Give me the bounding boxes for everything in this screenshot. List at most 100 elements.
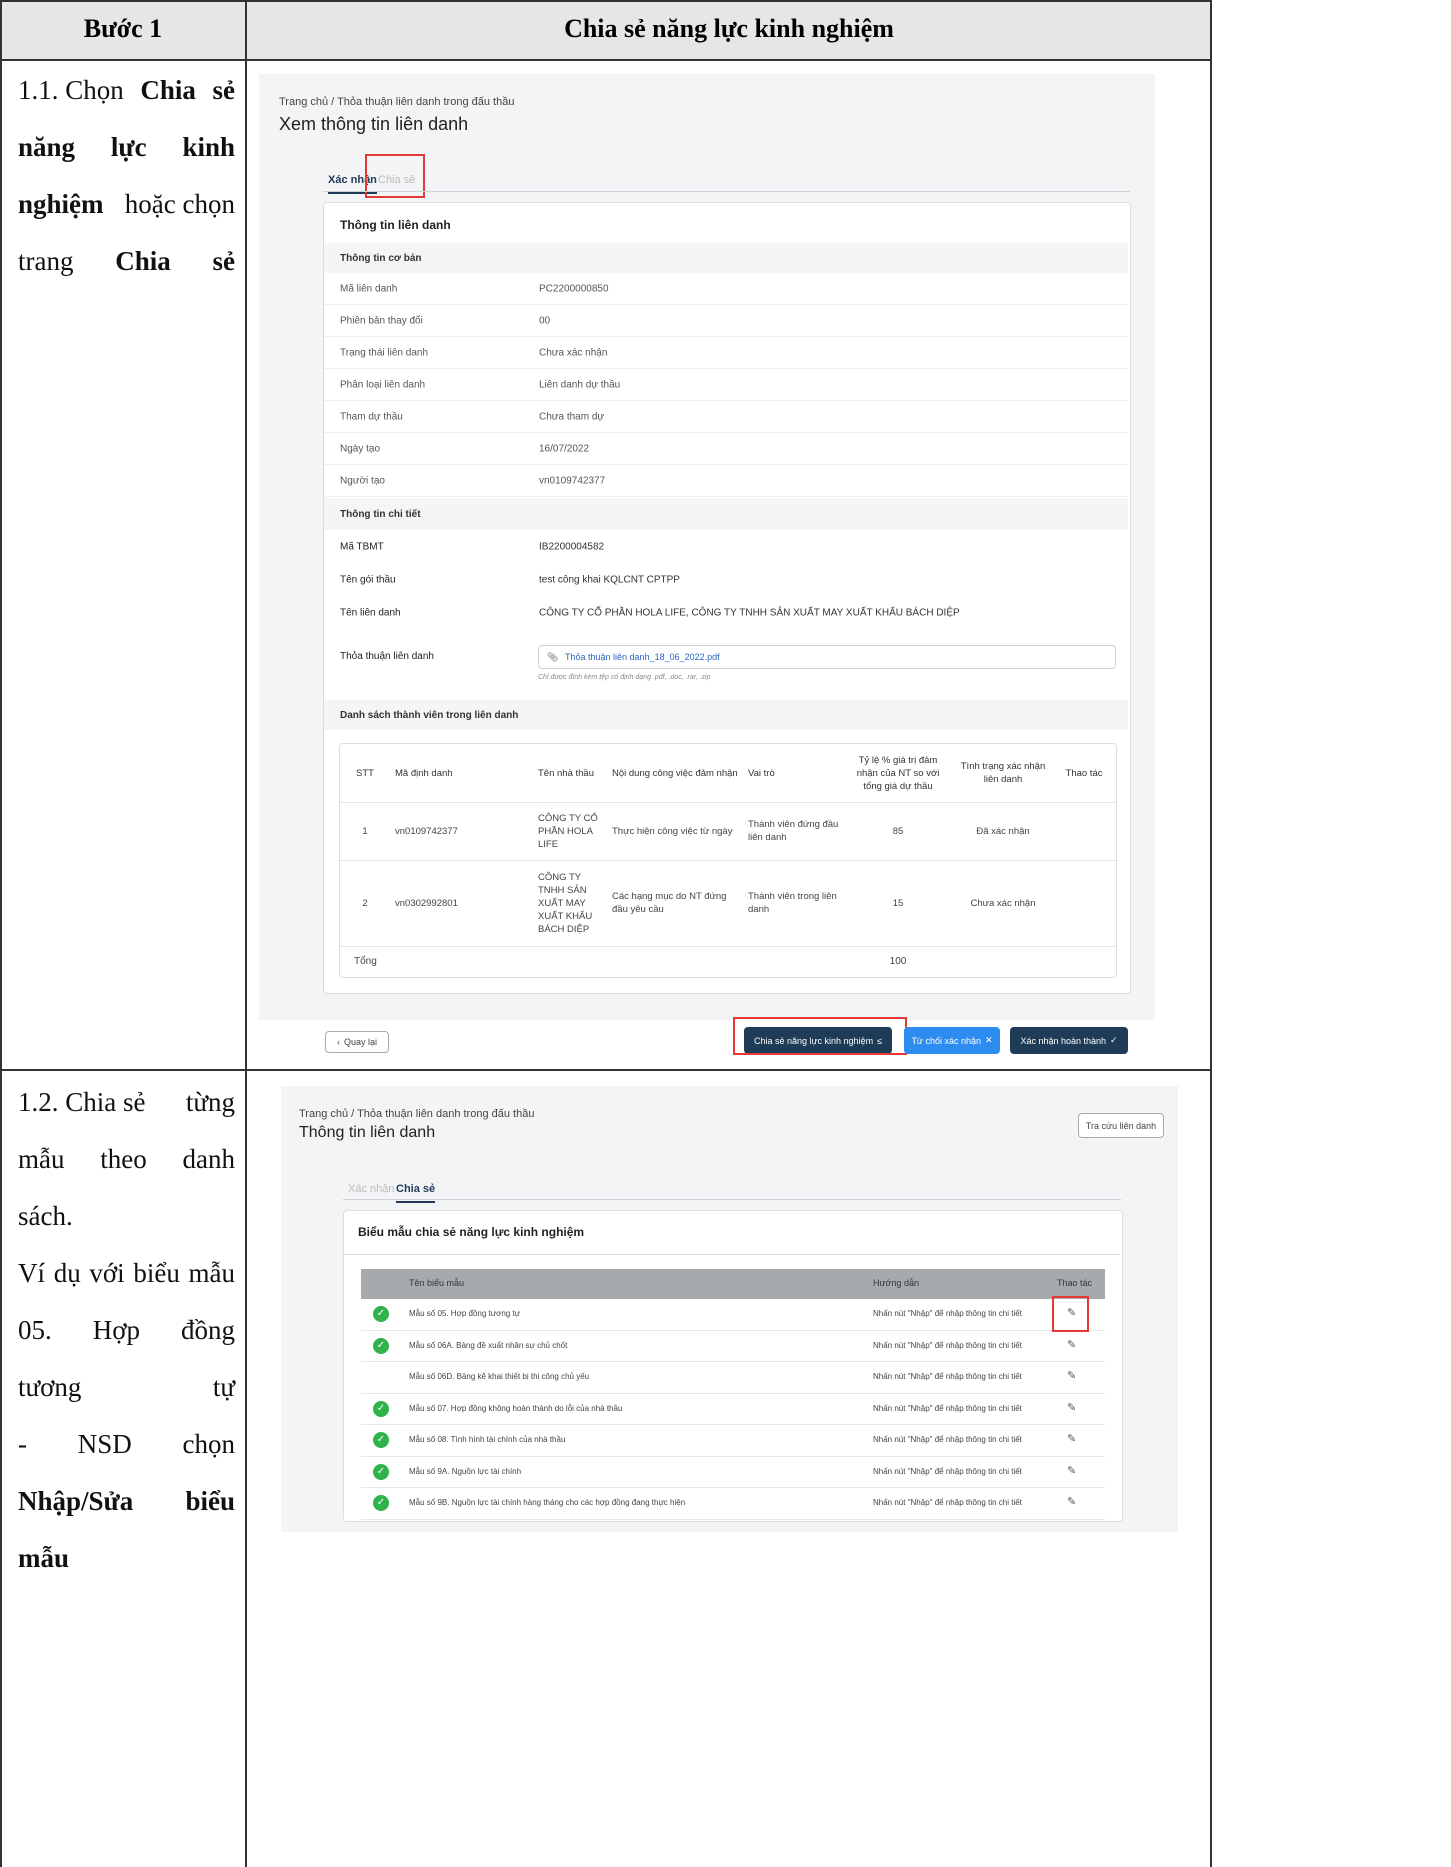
tab-divider — [343, 1199, 1121, 1200]
form-guide: Nhấn nút "Nhập" để nhập thông tin chi ti… — [873, 1340, 1022, 1350]
table-border-row — [0, 1069, 1212, 1071]
close-icon: ✕ — [985, 1035, 993, 1045]
table-border-right — [1210, 0, 1212, 1867]
member-cell-ratio: 85 — [892, 825, 904, 837]
screenshot-view-joint-venture: Trang chủ / Thỏa thuận liên danh trong đ… — [259, 74, 1155, 1055]
info-row: Phân loại liên danh Liên danh dự thầu — [324, 369, 1128, 401]
members-table: STT Mã định danh Tên nhà thầu Nội dung công… — [339, 743, 1117, 978]
info-row: Trạng thái liên danh Chưa xác nhận — [324, 337, 1128, 369]
detail-row: Tên liên danh CÔNG TY CỔ PHẦN HOLA LIFE, … — [324, 596, 1128, 629]
reject-button[interactable]: Từ chối xác nhận ✕ — [904, 1027, 1000, 1054]
row-divider — [340, 946, 1116, 947]
info-label: Mã liên danh — [340, 283, 398, 294]
breadcrumb[interactable]: Trang chủ / Thỏa thuận liên danh trong đ… — [299, 1108, 534, 1120]
form-row: ✓ Mẫu số 9B. Nguồn lực tài chính hàng thá… — [361, 1488, 1105, 1520]
edit-pencil-icon[interactable]: ✎ — [1067, 1369, 1076, 1382]
card-title: Biểu mẫu chia sẻ năng lực kinh nghiệm — [358, 1225, 585, 1239]
edit-pencil-icon[interactable]: ✎ — [1067, 1464, 1076, 1477]
info-row: Tham dự thầu Chưa tham dự — [324, 401, 1128, 433]
member-cell-role: Thành viên trong liên danh — [748, 891, 837, 915]
share-forms-card: Biểu mẫu chia sẻ năng lực kinh nghiệm Tê… — [343, 1210, 1123, 1522]
page-title: Thông tin liên danh — [299, 1124, 436, 1141]
breadcrumb[interactable]: Trang chủ / Thỏa thuận liên danh trong đ… — [279, 96, 514, 108]
instr-line: mẫu theo danh — [18, 1144, 235, 1174]
detail-row: Tên gói thầu test công khai KQLCNT CPTPP — [324, 563, 1128, 596]
info-label: Tham dự thầu — [340, 411, 403, 422]
form-row: ✓ Mẫu số 07. Hợp đồng không hoàn thành do… — [361, 1394, 1105, 1425]
highlight-edit-button — [1052, 1296, 1089, 1332]
chevron-left-icon: ‹ — [336, 1037, 340, 1047]
instr-line: Nhập/Sửa biểu — [18, 1486, 235, 1516]
table-border-top — [0, 0, 1212, 2]
member-cell-work: Các hạng mục do NT đứng đầu yêu cầu — [612, 891, 727, 915]
members-header-name: Tên nhà thầu — [538, 767, 594, 779]
check-circle-icon: ✓ — [373, 1495, 389, 1511]
instr-line: mẫu — [18, 1543, 70, 1573]
agreement-file-link[interactable]: 📎︎ Thỏa thuận liên danh_18_06_2022.pdf — [538, 645, 1116, 669]
edit-pencil-icon[interactable]: ✎ — [1067, 1432, 1076, 1445]
member-cell-name: CÔNG TY CỔ PHẦN HOLA LIFE — [538, 812, 598, 850]
instr-line: trang Chia sẻ — [18, 246, 235, 276]
info-value: Chưa xác nhận — [539, 347, 608, 358]
member-cell-status: Đã xác nhận — [976, 825, 1030, 837]
check-circle-icon: ✓ — [373, 1400, 389, 1417]
check-circle-icon: ✓ — [373, 1337, 389, 1354]
header-step-label: Bước 1 — [83, 14, 163, 43]
instr-line: 05. Hợp đồng — [18, 1315, 235, 1345]
instr-line: sách. — [18, 1201, 73, 1231]
col-action: Thao tác — [1057, 1278, 1093, 1288]
instr-line: tương tự — [18, 1372, 235, 1402]
info-row: Phiên bản thay đổi 00 — [324, 305, 1128, 337]
confirm-complete-button[interactable]: Xác nhận hoàn thành ✓ — [1010, 1027, 1128, 1054]
form-row: ✓ Mẫu số 08. Tình hình tài chính của nhà … — [361, 1425, 1105, 1457]
table-border-header — [0, 59, 1212, 61]
agreement-hint: Chỉ được đính kèm tệp có định dạng .pdf,… — [538, 674, 711, 681]
form-guide: Nhấn nút "Nhập" để nhập thông tin chi ti… — [873, 1466, 1022, 1476]
info-value: 00 — [539, 315, 551, 326]
detail-value: CÔNG TY CỔ PHẦN HOLA LIFE, CÔNG TY TNHH … — [539, 607, 960, 618]
member-cell-status: Chưa xác nhận — [970, 897, 1036, 909]
table-border-left — [0, 0, 2, 1867]
member-cell-role: Thành viên đứng đầu liên danh — [748, 819, 839, 843]
section-members: Danh sách thành viên trong liên danh — [324, 700, 1128, 730]
col-form-name: Tên biểu mẫu — [409, 1278, 465, 1288]
back-button[interactable]: ‹ Quay lại — [325, 1031, 389, 1053]
edit-pencil-icon[interactable]: ✎ — [1067, 1495, 1076, 1508]
edit-pencil-icon[interactable]: ✎ — [1067, 1338, 1076, 1351]
form-row: Mẫu số 06D. Bảng kê khai thiết bị thi cô… — [361, 1362, 1105, 1394]
info-row: Ngày tạo 16/07/2022 — [324, 433, 1128, 465]
members-header-role: Vai trò — [748, 767, 775, 779]
form-name: Mẫu số 07. Hợp đồng không hoàn thành do … — [409, 1403, 623, 1413]
detail-row: Mã TBMT IB2200004582 — [324, 530, 1128, 563]
members-header-id: Mã định danh — [395, 767, 453, 779]
form-row: ✓ Mẫu số 05. Hợp đồng tương tự Nhấn nút "N… — [361, 1299, 1105, 1331]
paperclip-icon: 📎︎ — [547, 651, 559, 662]
info-value: PC2200000850 — [539, 283, 609, 294]
members-header-status: Tình trạng xác nhận liên danh — [960, 761, 1046, 785]
check-circle-icon: ✓ — [373, 1463, 389, 1480]
member-cell-id: vn0109742377 — [395, 825, 458, 837]
instr-line: - NSD chọn — [18, 1429, 235, 1459]
form-guide: Nhấn nút "Nhập" để nhập thông tin chi ti… — [873, 1309, 1022, 1318]
members-header-action: Thao tác — [1065, 767, 1103, 779]
info-label: Ngày tạo — [340, 443, 381, 454]
check-circle-icon: ✓ — [373, 1306, 389, 1322]
screenshot-share-forms: Trang chủ / Thỏa thuận liên danh trong đ… — [281, 1086, 1178, 1532]
tab-divider — [323, 191, 1130, 192]
total-value: 100 — [889, 955, 907, 967]
info-value: vn0109742377 — [539, 475, 606, 486]
tab-share[interactable]: Chia sẻ — [396, 1183, 436, 1203]
member-cell-id: vn0302992801 — [395, 897, 458, 909]
detail-value: IB2200004582 — [539, 541, 605, 552]
lookup-joint-venture-button[interactable]: Tra cứu liên danh — [1078, 1113, 1164, 1138]
members-header-work: Nội dung công việc đảm nhận — [612, 767, 738, 779]
info-value: 16/07/2022 — [539, 443, 590, 454]
form-name: Mẫu số 08. Tình hình tài chính của nhà t… — [409, 1435, 566, 1444]
detail-value: test công khai KQLCNT CPTPP — [539, 574, 680, 585]
check-circle-icon: ✓ — [373, 1432, 389, 1448]
member-cell-name: CÔNG TY TNHH SẢN XUẤT MAY XUẤT KHẨU BÁCH… — [538, 871, 593, 935]
forms-table-header: Tên biểu mẫu Hướng dẫn Thao tác — [361, 1269, 1105, 1299]
check-icon: ✓ — [1110, 1035, 1118, 1045]
edit-pencil-icon[interactable]: ✎ — [1067, 1401, 1076, 1414]
tab-confirm[interactable]: Xác nhận — [348, 1183, 394, 1195]
